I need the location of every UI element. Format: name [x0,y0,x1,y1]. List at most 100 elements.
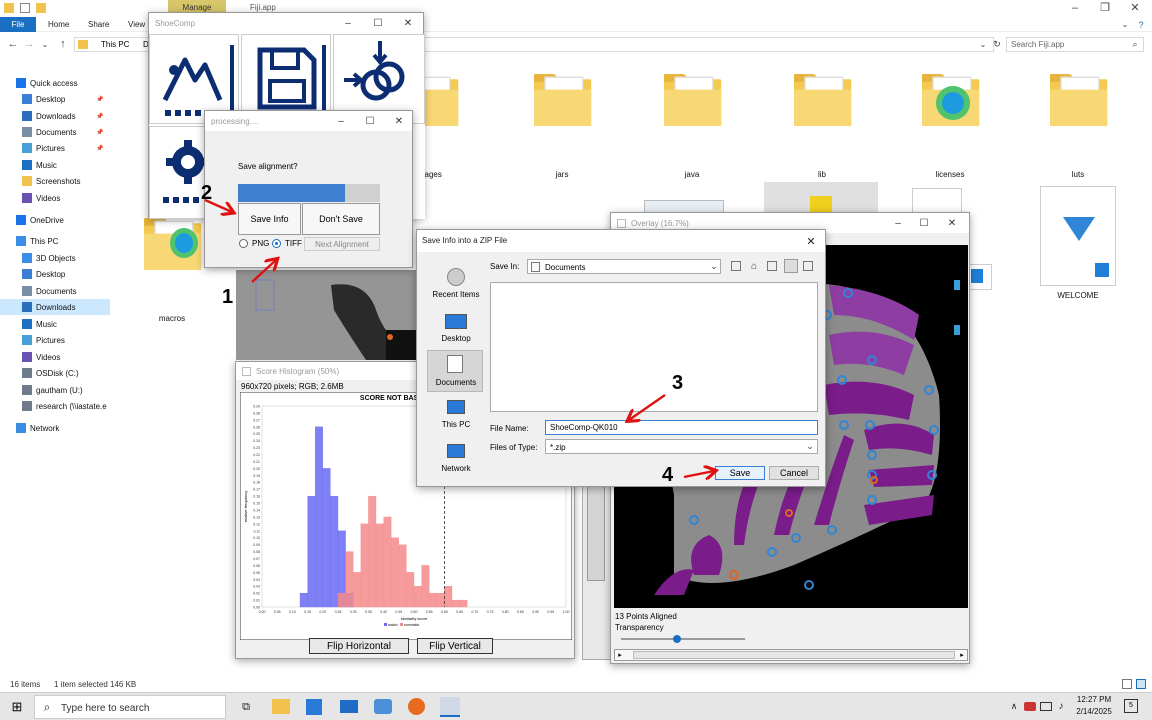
address-dropdown-icon[interactable]: ⌄ [976,37,990,52]
folder-item-jars[interactable]: jars [522,74,602,184]
close-button[interactable]: ✕ [388,111,410,131]
task-view-icon[interactable]: ⧉ [236,697,256,717]
folder-item-lib[interactable]: lib [782,74,862,184]
clock-date[interactable]: 2/14/2025 [1074,707,1114,716]
large-icons-view-icon[interactable] [1136,679,1146,689]
close-button[interactable]: ✕ [397,13,419,33]
details-view-icon[interactable] [803,261,813,271]
new-folder-icon[interactable] [36,3,46,13]
file-explorer-taskbar-icon[interactable] [272,699,290,714]
home-icon[interactable]: ⌂ [749,261,759,272]
maximize-button[interactable]: ☐ [913,213,935,233]
file-name-input[interactable]: ShoeComp-QK010 [545,420,818,435]
maximize-button[interactable]: ❐ [1090,0,1120,15]
minimize-button[interactable]: – [330,111,352,131]
clock-time[interactable]: 12:27 PM [1074,695,1114,704]
save-button[interactable]: Save [715,466,765,480]
nav-item-gautham-u[interactable]: gautham (U:) [0,382,110,398]
png-radio[interactable] [239,239,248,248]
place-this-pc[interactable]: This PC [427,396,485,436]
mail-taskbar-icon[interactable] [340,700,358,713]
transparency-slider[interactable] [621,635,745,643]
nav-item-downloads[interactable]: Downloads [0,299,110,315]
save-in-dropdown[interactable]: Documents ⌄ [527,259,721,274]
tab-share[interactable]: Share [88,17,109,32]
tab-file[interactable]: File [0,17,36,32]
maximize-button[interactable]: ☐ [359,111,381,131]
nav-item-network[interactable]: Network [0,420,110,436]
fiji-taskbar-icon[interactable] [440,697,460,717]
nav-item-research-iastate-e[interactable]: research (\\iastate.e [0,398,110,414]
refresh-icon[interactable]: ↻ [990,37,1004,52]
volume-icon[interactable]: ♪ [1054,699,1068,713]
scroll-left-icon[interactable]: ▸ [615,650,625,660]
next-alignment-button[interactable]: Next Alignment [304,237,380,251]
store-taskbar-icon[interactable] [306,699,322,715]
minimize-button[interactable]: – [887,213,909,233]
slider-thumb[interactable] [673,635,681,643]
tiff-radio[interactable] [272,239,281,248]
maximize-button[interactable]: ☐ [367,13,389,33]
up-arrow-icon[interactable]: ↑ [56,37,70,51]
details-view-icon[interactable] [1122,679,1132,689]
cancel-button[interactable]: Cancel [769,466,819,480]
dont-save-button[interactable]: Don't Save [302,203,380,235]
taskbar-search[interactable]: ⌕ Type here to search [34,695,226,719]
scroll-thumb[interactable] [633,651,955,659]
close-button[interactable]: ✕ [941,213,963,233]
nav-item-downloads[interactable]: Downloads 📌 [0,108,110,124]
nav-item-music[interactable]: Music [0,157,110,173]
nav-item-screenshots[interactable]: Screenshots [0,173,110,189]
minimize-button[interactable]: – [1060,0,1090,15]
nav-item-pictures[interactable]: Pictures [0,332,110,348]
place-network[interactable]: Network [427,440,485,480]
place-recent-items[interactable]: Recent Items [427,266,485,306]
welcome-file-icon[interactable] [1040,186,1116,286]
notification-icon[interactable]: 5 [1124,699,1138,713]
tray-app-icon[interactable] [1024,702,1036,711]
nav-item-documents[interactable]: Documents [0,283,110,299]
tray-chevron-icon[interactable]: ∧ [1008,699,1020,713]
flip-horizontal-button[interactable]: Flip Horizontal [309,638,409,654]
folder-item-luts[interactable]: luts [1038,74,1118,184]
scroll-right-icon[interactable]: ▸ [957,650,967,660]
app-taskbar-icon[interactable] [374,699,392,714]
nav-item-quick-access[interactable]: Quick access [0,75,110,91]
close-button[interactable]: ✕ [1120,0,1150,15]
close-button[interactable]: ✕ [802,232,820,250]
nav-item-documents[interactable]: Documents 📌 [0,124,110,140]
nav-item-onedrive[interactable]: OneDrive [0,212,110,228]
nav-item-desktop[interactable]: Desktop [0,266,110,282]
firefox-taskbar-icon[interactable] [408,698,425,715]
back-arrow-icon[interactable]: ← [6,37,20,51]
nav-item-videos[interactable]: Videos [0,190,110,206]
up-folder-icon[interactable] [731,261,741,271]
nav-item-videos[interactable]: Videos [0,349,110,365]
breadcrumb-this-pc[interactable]: This PC [101,40,129,49]
nav-item-this-pc[interactable]: This PC [0,233,110,249]
forward-arrow-icon[interactable]: → [22,37,36,51]
place-desktop[interactable]: Desktop [427,310,485,350]
folder-item-java[interactable]: java [652,74,732,184]
help-icon[interactable]: ? [1134,17,1148,32]
nav-item-3d-objects[interactable]: 3D Objects [0,250,110,266]
save-info-button[interactable]: Save Info [238,203,301,235]
place-documents[interactable]: Documents [427,350,483,392]
flip-vertical-button[interactable]: Flip Vertical [417,638,493,654]
search-input[interactable]: Search Fiji.app [1006,37,1144,52]
chevron-down-icon[interactable]: ⌄ [1118,17,1132,32]
network-tray-icon[interactable] [1040,702,1052,711]
properties-icon[interactable] [20,3,30,13]
file-browser-area[interactable] [490,282,818,412]
minimize-button[interactable]: – [337,13,359,33]
nav-item-desktop[interactable]: Desktop 📌 [0,91,110,107]
list-view-icon[interactable] [784,259,798,273]
nav-item-pictures[interactable]: Pictures 📌 [0,140,110,156]
horizontal-scrollbar[interactable]: ▸ ▸ [614,649,968,661]
new-folder-icon[interactable] [767,261,777,271]
files-of-type-dropdown[interactable]: *.zip ⌄ [545,439,818,454]
tab-view[interactable]: View [128,17,145,32]
nav-item-music[interactable]: Music [0,316,110,332]
nav-item-osdisk-c[interactable]: OSDisk (C:) [0,365,110,381]
recent-chevron-icon[interactable]: ⌄ [38,37,52,51]
